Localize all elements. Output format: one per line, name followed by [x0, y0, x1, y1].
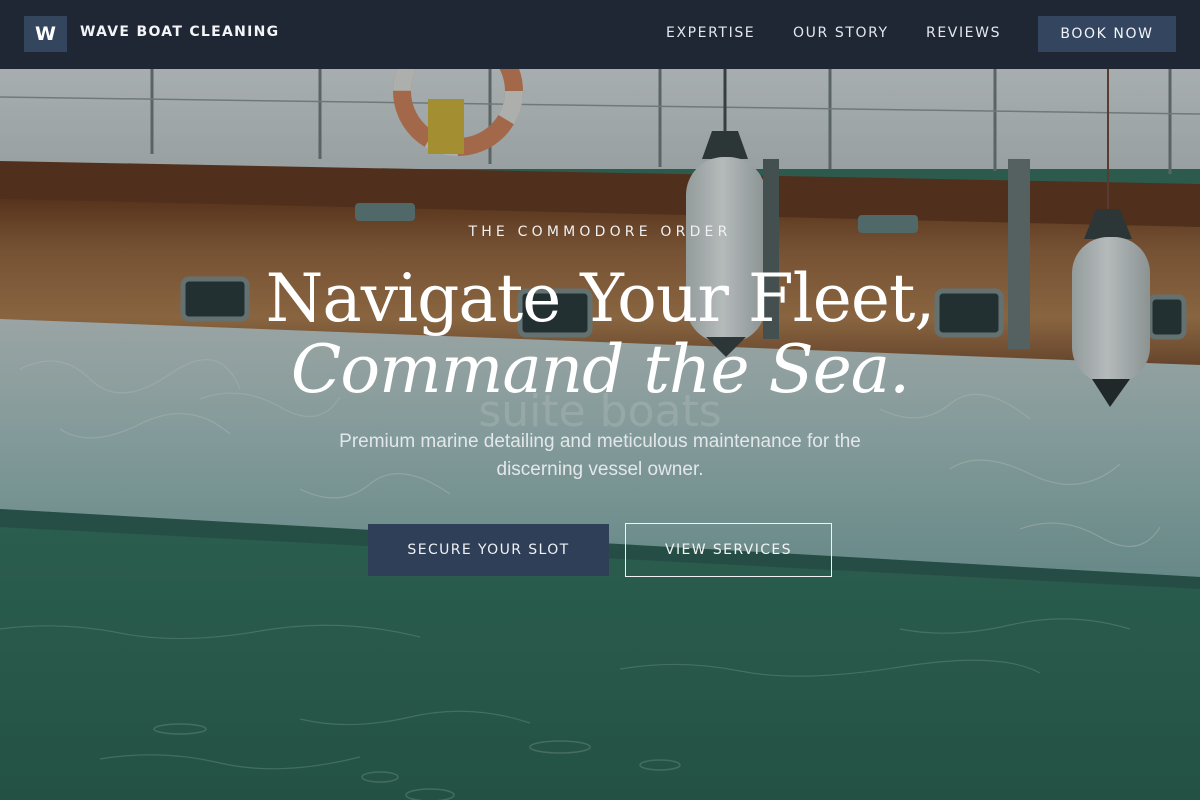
hero-headline-line2: Command the Sea. — [290, 331, 910, 408]
site-header: W WAVE BOAT CLEANING EXPERTISE OUR STORY… — [0, 0, 1200, 69]
nav-link-our-story[interactable]: OUR STORY — [793, 25, 889, 41]
view-services-button[interactable]: VIEW SERVICES — [625, 523, 832, 577]
brand-name[interactable]: WAVE BOAT CLEANING — [80, 24, 279, 40]
book-now-button[interactable]: BOOK NOW — [1038, 16, 1176, 52]
nav-link-expertise[interactable]: EXPERTISE — [666, 25, 755, 41]
nav-link-reviews[interactable]: REVIEWS — [926, 25, 1001, 41]
secure-slot-button[interactable]: SECURE YOUR SLOT — [368, 524, 609, 576]
logo-mark[interactable]: W — [24, 16, 67, 52]
hero-headline-line1: Navigate Your Fleet, — [265, 260, 936, 337]
hero-subtitle: Premium marine detailing and meticulous … — [339, 431, 861, 480]
hero-eyebrow: THE COMMODORE ORDER — [468, 224, 732, 240]
